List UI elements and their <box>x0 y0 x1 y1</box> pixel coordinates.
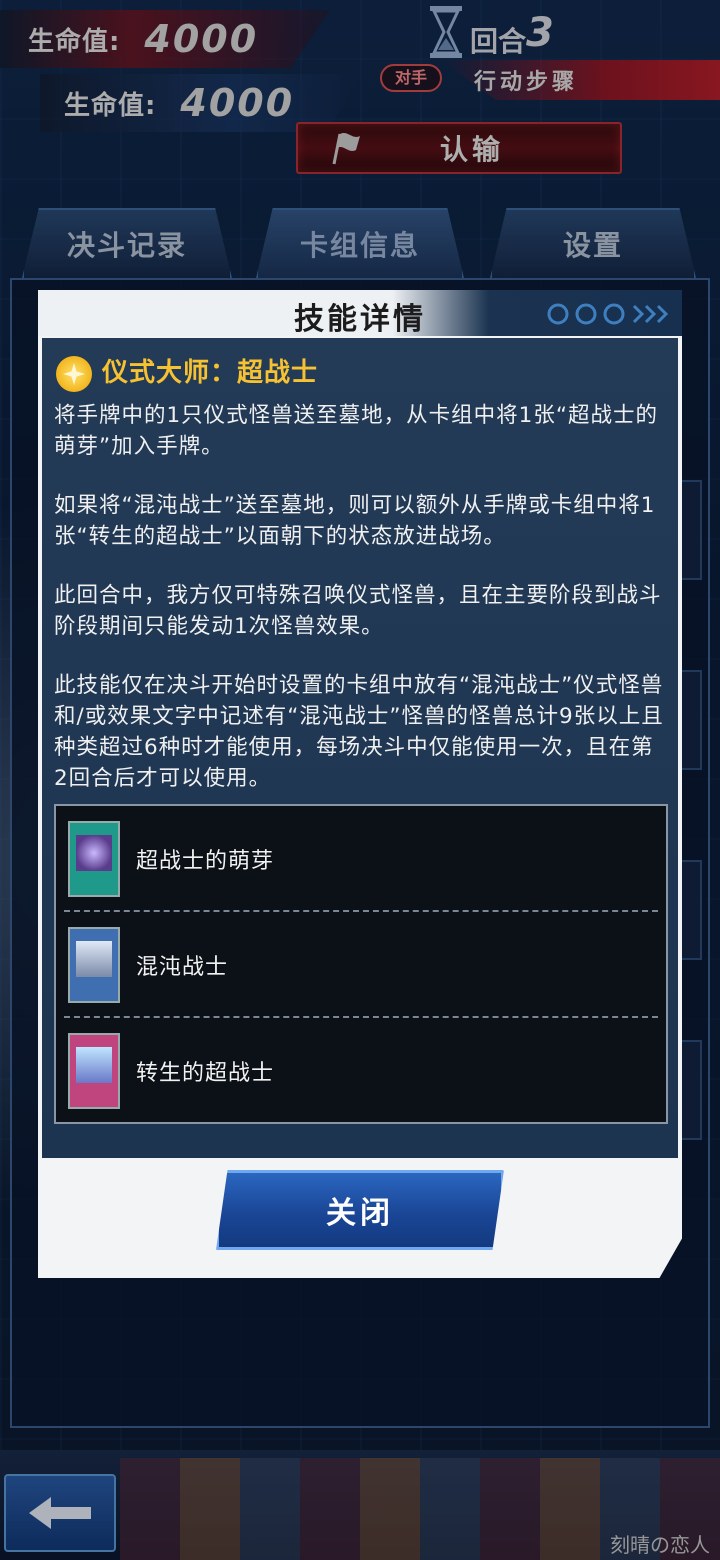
card-art <box>76 941 112 977</box>
card-thumbnail <box>68 1033 120 1109</box>
modal-title: 技能详情 <box>294 302 426 337</box>
card-thumbnail <box>68 927 120 1003</box>
skill-description-paragraph: 如果将“混沌战士”送至墓地，则可以额外从手牌或卡组中将1张“转生的超战士”以面朝… <box>54 493 656 549</box>
modal-header: 技能详情 <box>38 290 682 337</box>
card-item-super-soldier-rebirth[interactable]: 转生的超战士 <box>56 1018 666 1124</box>
skill-detail-modal: 技能详情 仪式大师：超战士 将手牌中的1只仪式怪兽送至墓地，从卡组中将1张“超战… <box>38 290 682 1278</box>
close-button-label: 关闭 <box>326 1196 394 1231</box>
card-thumbnail <box>68 821 120 897</box>
card-item-super-soldier-sprout[interactable]: 超战士的萌芽 <box>56 806 666 912</box>
related-card-list: 超战士的萌芽 混沌战士 转生的超战士 <box>54 804 668 1124</box>
close-button[interactable]: 关闭 <box>216 1170 504 1250</box>
card-art <box>76 1047 112 1083</box>
skill-name: 仪式大师：超战士 <box>102 358 319 388</box>
skill-description-paragraph: 此回合中，我方仅可特殊召唤仪式怪兽，且在主要阶段到战斗阶段期间只能发动1次怪兽效… <box>54 583 662 639</box>
card-art <box>76 835 112 871</box>
skill-description: 将手牌中的1只仪式怪兽送至墓地，从卡组中将1张“超战士的萌芽”加入手牌。 如果将… <box>54 400 668 822</box>
card-name: 转生的超战士 <box>136 1061 275 1086</box>
skill-description-paragraph: 此技能仅在决斗开始时设置的卡组中放有“混沌战士”仪式怪兽和/或效果文字中记述有“… <box>54 673 664 791</box>
card-item-chaos-soldier[interactable]: 混沌战士 <box>56 912 666 1018</box>
skill-star-icon <box>56 356 92 392</box>
card-name: 混沌战士 <box>136 955 229 980</box>
skill-description-paragraph: 将手牌中的1只仪式怪兽送至墓地，从卡组中将1张“超战士的萌芽”加入手牌。 <box>54 403 658 459</box>
card-name: 超战士的萌芽 <box>136 849 275 874</box>
modal-body: 仪式大师：超战士 将手牌中的1只仪式怪兽送至墓地，从卡组中将1张“超战士的萌芽”… <box>42 338 678 1158</box>
